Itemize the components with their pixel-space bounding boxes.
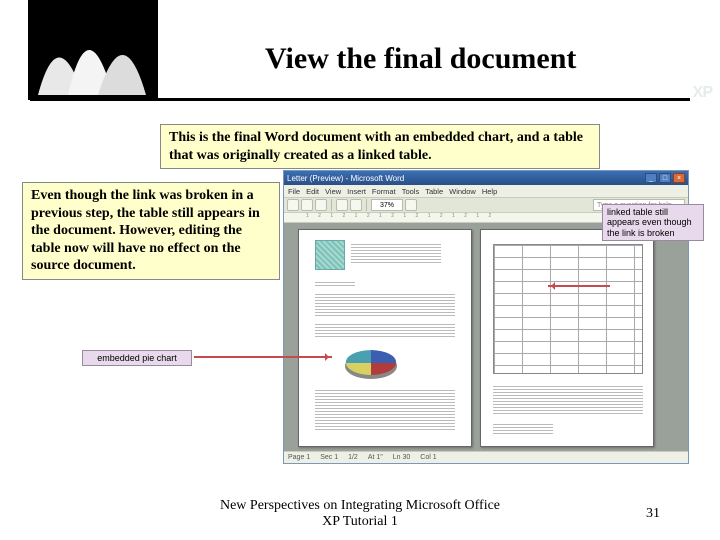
toolbar-save-icon[interactable]	[315, 199, 327, 211]
menu-tools[interactable]: Tools	[402, 187, 420, 196]
intro-text: This is the final Word document with an …	[160, 124, 600, 169]
menu-table[interactable]: Table	[425, 187, 443, 196]
signature-text	[493, 424, 553, 434]
callout-table: linked table still appears even though t…	[602, 204, 704, 241]
status-page: Page 1	[288, 454, 310, 461]
slide-number: 31	[646, 506, 660, 522]
letterhead-text	[351, 244, 441, 264]
word-menubar: File Edit View Insert Format Tools Table…	[284, 185, 688, 197]
status-pg: 1/2	[348, 454, 358, 461]
menu-help[interactable]: Help	[482, 187, 497, 196]
menu-file[interactable]: File	[288, 187, 300, 196]
title-underline	[30, 98, 690, 101]
body-text	[493, 386, 643, 416]
toolbar-open-icon[interactable]	[301, 199, 313, 211]
callout-pie: embedded pie chart	[82, 350, 192, 366]
toolbar-preview-icon[interactable]	[350, 199, 362, 211]
menu-window[interactable]: Window	[449, 187, 476, 196]
status-at: At 1"	[368, 454, 383, 461]
body-text	[315, 282, 355, 288]
embedded-pie-chart	[341, 348, 401, 382]
menu-insert[interactable]: Insert	[347, 187, 366, 196]
toolbar-help-icon[interactable]	[405, 199, 417, 211]
footer-text: New Perspectives on Integrating Microsof…	[210, 498, 510, 530]
toolbar-separator	[366, 199, 367, 211]
maximize-button[interactable]: □	[659, 173, 671, 183]
body-text	[315, 294, 455, 318]
body-text	[315, 324, 455, 338]
close-button[interactable]: ×	[673, 173, 685, 183]
body-text	[315, 390, 455, 430]
decorative-opera-house-image	[28, 0, 158, 100]
letterhead-logo	[315, 240, 345, 270]
slide-title: View the final document	[265, 42, 576, 76]
toolbar-separator	[331, 199, 332, 211]
menu-view[interactable]: View	[325, 187, 341, 196]
menu-format[interactable]: Format	[372, 187, 396, 196]
toolbar-print-icon[interactable]	[336, 199, 348, 211]
linked-table	[493, 244, 643, 374]
header: View the final document XP	[0, 0, 720, 115]
document-area	[284, 223, 688, 451]
zoom-level[interactable]: 37%	[371, 199, 403, 211]
word-titlebar: Letter (Preview) - Microsoft Word _ □ ×	[284, 171, 688, 185]
footer: New Perspectives on Integrating Microsof…	[0, 498, 720, 530]
page-1	[298, 229, 472, 447]
word-title: Letter (Preview) - Microsoft Word	[287, 174, 404, 183]
page-2	[480, 229, 654, 447]
minimize-button[interactable]: _	[645, 173, 657, 183]
word-statusbar: Page 1 Sec 1 1/2 At 1" Ln 30 Col 1	[284, 451, 688, 463]
explanation-text: Even though the link was broken in a pre…	[22, 182, 280, 280]
menu-edit[interactable]: Edit	[306, 187, 319, 196]
toolbar-new-icon[interactable]	[287, 199, 299, 211]
status-col: Col 1	[420, 454, 436, 461]
xp-badge: XP	[693, 84, 712, 102]
status-ln: Ln 30	[393, 454, 411, 461]
status-sec: Sec 1	[320, 454, 338, 461]
